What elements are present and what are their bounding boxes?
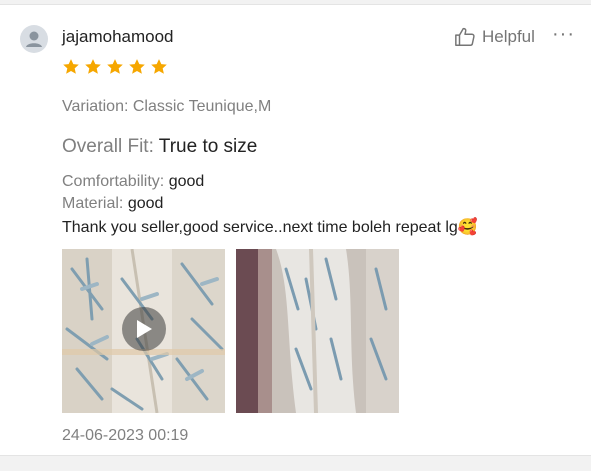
helpful-button[interactable]: Helpful: [454, 26, 535, 48]
reviewer-username[interactable]: jajamohamood: [62, 27, 174, 47]
star-icon: [63, 59, 79, 74]
overall-fit-value: True to size: [158, 136, 258, 157]
star-icon: [129, 59, 145, 74]
overall-fit: Overall Fit: True to size: [62, 136, 257, 158]
material-label: Material:: [62, 195, 124, 212]
star-rating: [62, 58, 168, 76]
thumbs-up-icon: [455, 27, 475, 46]
helpful-label: Helpful: [482, 27, 535, 46]
overall-fit-label: Overall Fit:: [62, 136, 154, 157]
play-button[interactable]: [122, 307, 166, 351]
material-value: good: [127, 195, 164, 212]
star-icon: [151, 59, 167, 74]
review-timestamp: 24-06-2023 00:19: [62, 427, 189, 444]
review-image-thumbnail[interactable]: [236, 249, 399, 413]
review-card: jajamohamood Helpful ··· Variation: Clas…: [0, 4, 591, 456]
material-attribute: Material: good: [62, 195, 163, 213]
play-icon: [137, 320, 152, 338]
comfortability-attribute: Comfortability: good: [62, 173, 204, 191]
variation-text: Variation: Classic Teunique,M: [62, 98, 272, 115]
avatar[interactable]: [20, 25, 48, 53]
more-options-icon[interactable]: ···: [552, 23, 575, 46]
star-icon: [85, 59, 101, 74]
star-icon: [107, 59, 123, 74]
comfortability-label: Comfortability:: [62, 173, 165, 190]
review-video-thumbnail[interactable]: [62, 249, 225, 413]
photo-thumbnail-image: [236, 249, 399, 413]
comfortability-value: good: [168, 173, 205, 190]
review-comment: Thank you seller,good service..next time…: [62, 219, 478, 236]
user-icon: [26, 31, 42, 47]
